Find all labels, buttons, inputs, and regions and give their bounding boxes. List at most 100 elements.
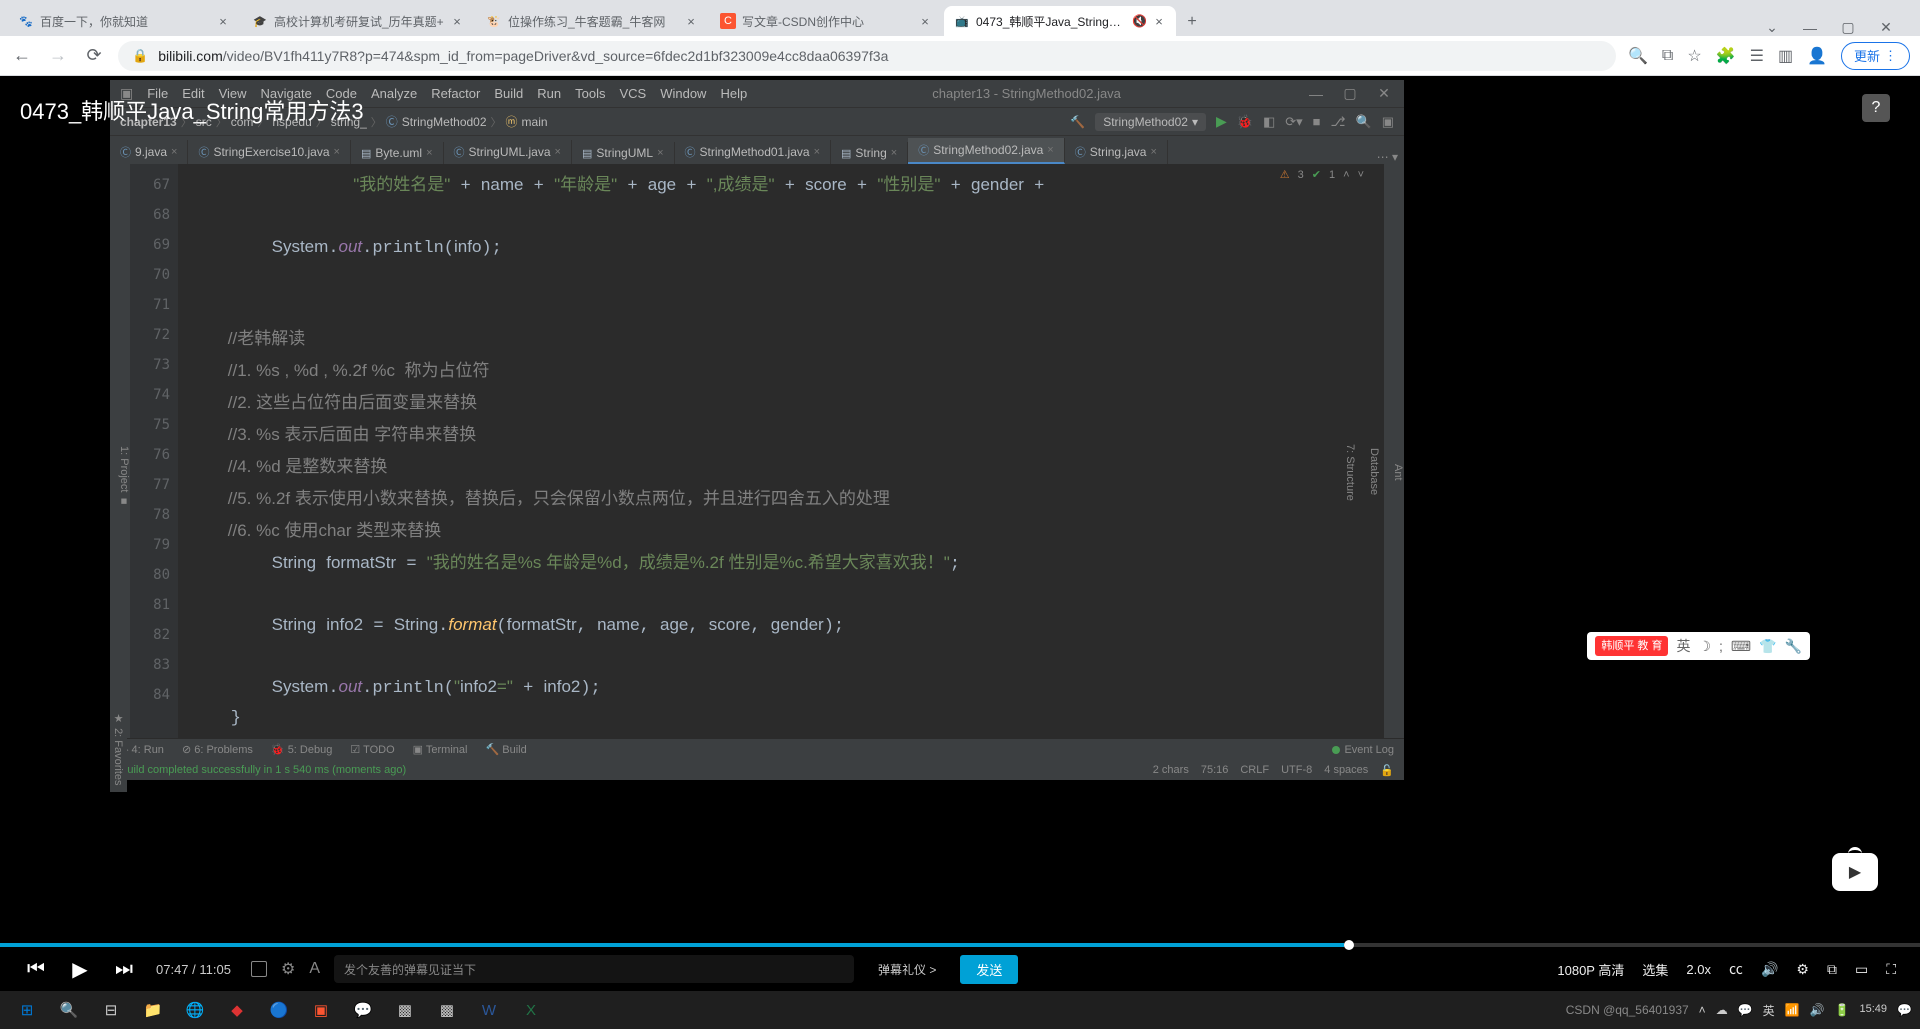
close-icon[interactable]: × [918,14,932,28]
search-icon[interactable]: 🔍 [1628,46,1648,66]
punct-icon[interactable]: ; [1719,638,1723,654]
stop-icon[interactable]: ■ [1313,114,1321,129]
forward-button[interactable]: → [46,44,70,68]
close-icon[interactable]: × [1152,14,1166,28]
next-button[interactable]: ⏭ [112,958,136,981]
fullscreen-icon[interactable]: ⛶ [1886,961,1896,978]
editor-tab[interactable]: ▤Byte.uml× [351,142,444,164]
edge-icon[interactable]: 🔵 [260,995,298,1025]
danmu-font-icon[interactable]: A [309,960,320,978]
keyboard-icon[interactable]: ⌨ [1731,638,1751,655]
tray-lang-icon[interactable]: 英 [1763,1002,1775,1019]
close-window-button[interactable]: ✕ [1876,19,1896,36]
toolwindow-project-tab[interactable]: 1: Project ■ [110,164,130,780]
tab-search-icon[interactable]: ⌄ [1762,19,1782,36]
git-icon[interactable]: ⎇ [1331,114,1346,130]
toolwin-debug[interactable]: 🐞 5: Debug [271,743,332,756]
menu-tools[interactable]: Tools [575,86,605,101]
toolwin-todo[interactable]: ☑ TODO [350,743,394,756]
speed-button[interactable]: 2.0x [1686,962,1711,977]
mini-player-icon[interactable] [1832,853,1878,891]
menu-analyze[interactable]: Analyze [371,86,417,101]
tab-overflow-icon[interactable]: ⋯ ▾ [1371,150,1404,164]
video-player[interactable]: 0473_韩顺平Java_String常用方法3 ? ▣ File Edit V… [0,76,1920,991]
intellij-icon[interactable]: ▩ [428,995,466,1025]
editor-tab[interactable]: ▤String× [831,142,908,164]
close-icon[interactable]: × [216,14,230,28]
tab-csdn[interactable]: C 写文章-CSDN创作中心 × [710,6,942,36]
tray-clock[interactable]: 15:49 [1860,1003,1888,1016]
excel-icon[interactable]: X [512,995,550,1025]
wechat-icon[interactable]: 💬 [344,995,382,1025]
ime-floating-bar[interactable]: 韩顺平 教 育 英 ☽ ; ⌨ 👕 🔧 [1587,632,1810,660]
menu-run[interactable]: Run [537,86,561,101]
coverage-icon[interactable]: ◧ [1263,114,1275,130]
moon-icon[interactable]: ☽ [1698,638,1711,655]
status-indent[interactable]: 4 spaces [1324,764,1368,776]
bookmark-icon[interactable]: ☆ [1687,46,1701,66]
chevron-down-icon[interactable]: ˅ [1358,169,1364,181]
toolwindow-favorites-tab[interactable]: ★ 2: Favorites [110,706,127,792]
danmu-settings-icon[interactable]: ⚙ [281,959,295,979]
address-bar[interactable]: 🔒 bilibili.com/video/BV1fh411y7R8?p=474&… [118,41,1616,71]
shirt-icon[interactable]: 👕 [1759,638,1776,655]
menu-window[interactable]: Window [660,86,706,101]
editor-tab[interactable]: ▤StringUML× [572,142,675,164]
prev-button[interactable]: ⏮ [24,958,48,981]
event-log[interactable]: Event Log [1332,744,1394,756]
sidepanel-icon[interactable]: ▥ [1778,46,1793,66]
tray-battery-icon[interactable]: 🔋 [1835,1003,1850,1017]
tray-chevron-icon[interactable]: ˄ [1699,1003,1706,1017]
chrome-icon[interactable]: 🌐 [176,995,214,1025]
danmu-input[interactable]: 发个友善的弹幕见证当下 [334,955,854,983]
close-icon[interactable]: × [450,14,464,28]
minimize-button[interactable]: — [1800,20,1820,36]
send-button[interactable]: 发送 [960,955,1018,984]
toolwin-terminal[interactable]: ▣ Terminal [413,743,468,756]
volume-icon[interactable]: 🔊 [1761,961,1778,978]
ide-minimize-icon[interactable]: — [1306,86,1326,102]
ide-close-icon[interactable]: ✕ [1374,85,1394,102]
update-button[interactable]: 更新⋮ [1841,42,1910,70]
editor-tab[interactable]: ⒸString.java× [1065,140,1168,164]
menu-build[interactable]: Build [494,86,523,101]
chevron-up-icon[interactable]: ˄ [1343,169,1349,181]
debug-button-icon[interactable]: 🐞 [1237,114,1253,130]
maximize-button[interactable]: ▢ [1838,19,1858,36]
tray-cloud-icon[interactable]: ☁ [1716,1003,1728,1017]
editor-tab[interactable]: ⒸStringUML.java× [444,140,572,164]
status-crlf[interactable]: CRLF [1240,764,1269,776]
app-icon[interactable]: ◆ [218,995,256,1025]
extensions-icon[interactable]: 🧩 [1716,46,1736,66]
widescreen-icon[interactable]: ▭ [1855,961,1868,978]
profiler-icon[interactable]: ⟳▾ [1285,114,1302,130]
search-everywhere-icon[interactable]: 🔍 [1356,114,1372,130]
tray-wifi-icon[interactable]: 📶 [1785,1003,1800,1017]
build-icon[interactable]: 🔨 [1070,115,1085,129]
notifications-icon[interactable]: 💬 [1897,1003,1912,1017]
menu-vcs[interactable]: VCS [619,86,646,101]
profile-icon[interactable]: 👤 [1807,46,1827,66]
editor-tab[interactable]: ⒸStringMethod01.java× [675,140,832,164]
play-button[interactable]: ▶ [68,957,92,982]
menu-refactor[interactable]: Refactor [431,86,480,101]
tab-nowcoder[interactable]: 🐮 位操作练习_牛客题霸_牛客网 × [476,6,708,36]
explorer-icon[interactable]: 📁 [134,995,172,1025]
back-button[interactable]: ← [10,44,34,68]
episodes-button[interactable]: 选集 [1642,960,1668,979]
status-encoding[interactable]: UTF-8 [1281,764,1312,776]
ide-maximize-icon[interactable]: ▢ [1340,85,1360,102]
tab-kaoyan[interactable]: 🎓 高校计算机考研复试_历年真题+ × [242,6,474,36]
taskview-icon[interactable]: ⊟ [92,995,130,1025]
crumb-class[interactable]: StringMethod02 [402,115,487,129]
danmu-toggle[interactable] [251,961,267,977]
tab-baidu[interactable]: 🐾 百度一下，你就知道 × [8,6,240,36]
mute-icon[interactable]: 🔇 [1132,14,1146,28]
search-icon[interactable]: 🔍 [50,995,88,1025]
inspection-badge[interactable]: ⚠3 ✔1 ˄ ˅ [1280,168,1364,181]
word-icon[interactable]: W [470,995,508,1025]
code-editor[interactable]: "我的姓名是" + name + "年龄是" + age + ",成绩是" + … [178,164,1384,780]
danmu-etiquette-link[interactable]: 弹幕礼仪 > [868,961,946,978]
clion-icon[interactable]: ▩ [386,995,424,1025]
settings-icon[interactable]: ▣ [1382,114,1394,130]
